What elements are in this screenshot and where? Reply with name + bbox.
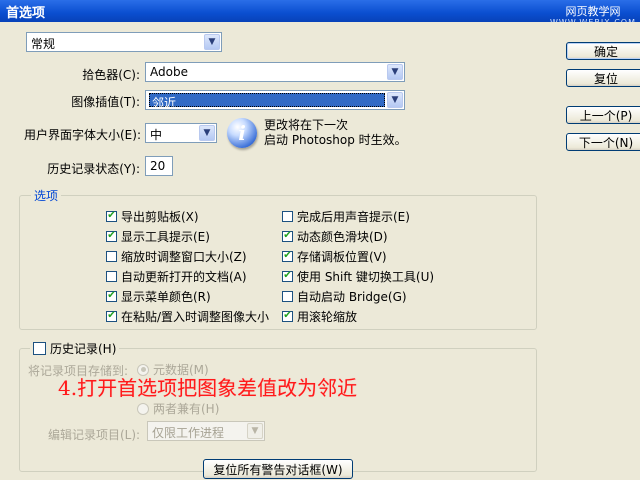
checkbox[interactable]: ✔ bbox=[282, 250, 293, 262]
chevron-down-icon[interactable]: ▼ bbox=[199, 125, 215, 141]
tutorial-annotation: 4.打开首选项把图象差值改为邻近 bbox=[58, 376, 358, 400]
color-picker-select[interactable]: Adobe ▼ bbox=[145, 62, 405, 82]
option-show-tooltips[interactable]: ✔ 显示工具提示(E) bbox=[106, 226, 281, 246]
interpolation-select[interactable]: 邻近 ▼ bbox=[145, 90, 405, 110]
option-resize-on-paste[interactable]: ✔ 在粘贴/置入时调整图像大小 bbox=[106, 306, 281, 326]
edit-log-label: 编辑记录项目(L): bbox=[48, 428, 141, 442]
title-bar[interactable]: 首选项 网页教学网 WWW.WEBJX.COM bbox=[0, 0, 640, 27]
option-auto-launch-bridge[interactable]: 自动启动 Bridge(G) bbox=[282, 286, 482, 306]
interpolation-value: 邻近 bbox=[152, 96, 177, 110]
option-label: 缩放时调整窗口大小(Z) bbox=[121, 249, 247, 264]
option-label: 在粘贴/置入时调整图像大小 bbox=[121, 309, 270, 324]
option-label: 用滚轮缩放 bbox=[297, 309, 358, 324]
history-log-toggle[interactable]: 历史记录(H) bbox=[30, 340, 120, 357]
checkbox[interactable] bbox=[33, 342, 46, 355]
option-show-menu-colors[interactable]: ✔ 显示菜单颜色(R) bbox=[106, 286, 281, 306]
edit-log-select[interactable]: 仅限工作进程 ▼ bbox=[147, 421, 265, 441]
radio-button[interactable] bbox=[137, 402, 149, 415]
options-legend: 选项 bbox=[31, 187, 62, 204]
check-icon: ✔ bbox=[283, 270, 292, 281]
dialog-body: 常规 ▼ 确定 复位 上一个(P) 下一个(N) 拾色器(C): Adobe ▼… bbox=[0, 22, 640, 480]
checkbox[interactable]: ✔ bbox=[106, 230, 117, 242]
check-icon: ✔ bbox=[283, 310, 292, 321]
options-left-column: ✔ 导出剪贴板(X) ✔ 显示工具提示(E) 缩放时调整窗口大小(Z) 自动更新… bbox=[106, 206, 281, 326]
check-icon: ✔ bbox=[107, 210, 116, 221]
check-icon: ✔ bbox=[107, 290, 116, 301]
option-label: 显示工具提示(E) bbox=[121, 229, 210, 244]
checkbox[interactable] bbox=[282, 290, 293, 302]
option-save-palette-locations[interactable]: ✔ 存储调板位置(V) bbox=[282, 246, 482, 266]
options-right-column: 完成后用声音提示(E) ✔ 动态颜色滑块(D) ✔ 存储调板位置(V) ✔ 使用… bbox=[282, 206, 482, 326]
option-shift-tool-switch[interactable]: ✔ 使用 Shift 键切换工具(U) bbox=[282, 266, 482, 286]
reset-warnings-button[interactable]: 复位所有警告对话框(W) bbox=[203, 459, 353, 479]
option-label: 自动更新打开的文档(A) bbox=[121, 269, 247, 284]
info-icon: i bbox=[227, 118, 257, 148]
edit-log-value: 仅限工作进程 bbox=[152, 426, 225, 440]
option-label: 自动启动 Bridge(G) bbox=[297, 289, 407, 304]
prev-button[interactable]: 上一个(P) bbox=[566, 106, 640, 124]
window-title: 首选项 bbox=[6, 6, 46, 21]
reset-button[interactable]: 复位 bbox=[566, 69, 640, 87]
history-log-legend: 历史记录(H) bbox=[50, 342, 117, 356]
info-line1: 更改将在下一次 bbox=[264, 118, 349, 132]
checkbox[interactable]: ✔ bbox=[106, 310, 117, 322]
check-icon: ✔ bbox=[283, 250, 292, 261]
option-beep-when-done[interactable]: 完成后用声音提示(E) bbox=[282, 206, 482, 226]
category-value: 常规 bbox=[31, 37, 56, 51]
chevron-down-icon[interactable]: ▼ bbox=[247, 423, 263, 439]
chevron-down-icon[interactable]: ▼ bbox=[387, 92, 403, 108]
option-zoom-with-scroll-wheel[interactable]: ✔ 用滚轮缩放 bbox=[282, 306, 482, 326]
history-states-input[interactable]: 20 bbox=[145, 156, 173, 176]
checkbox[interactable] bbox=[106, 250, 117, 262]
radio-both[interactable]: 两者兼有(H) bbox=[137, 400, 219, 417]
check-icon: ✔ bbox=[283, 230, 292, 241]
ok-button[interactable]: 确定 bbox=[566, 42, 640, 60]
watermark-line1: 网页教学网 bbox=[565, 5, 621, 18]
info-line2: 启动 Photoshop 时生效。 bbox=[264, 133, 407, 147]
option-label: 导出剪贴板(X) bbox=[121, 209, 199, 224]
history-states-label: 历史记录状态(Y): bbox=[47, 162, 140, 176]
next-button[interactable]: 下一个(N) bbox=[566, 133, 640, 151]
option-label: 显示菜单颜色(R) bbox=[121, 289, 211, 304]
option-label: 动态颜色滑块(D) bbox=[297, 229, 388, 244]
checkbox[interactable] bbox=[282, 210, 293, 222]
checkbox[interactable]: ✔ bbox=[106, 290, 117, 302]
category-select[interactable]: 常规 ▼ bbox=[26, 32, 222, 52]
option-dynamic-color-sliders[interactable]: ✔ 动态颜色滑块(D) bbox=[282, 226, 482, 246]
ui-font-size-label: 用户界面字体大小(E): bbox=[24, 128, 141, 142]
option-label: 存储调板位置(V) bbox=[297, 249, 387, 264]
interpolation-label: 图像插值(T): bbox=[71, 95, 140, 109]
color-picker-label: 拾色器(C): bbox=[82, 68, 140, 82]
checkbox[interactable]: ✔ bbox=[282, 310, 293, 322]
info-message: 更改将在下一次 启动 Photoshop 时生效。 bbox=[264, 118, 407, 148]
interpolation-highlight: 邻近 bbox=[149, 93, 385, 110]
ui-font-size-value: 中 bbox=[150, 128, 163, 142]
checkbox[interactable]: ✔ bbox=[106, 210, 117, 222]
option-auto-update-docs[interactable]: 自动更新打开的文档(A) bbox=[106, 266, 281, 286]
check-icon: ✔ bbox=[107, 230, 116, 241]
checkbox[interactable]: ✔ bbox=[282, 270, 293, 282]
option-export-clipboard[interactable]: ✔ 导出剪贴板(X) bbox=[106, 206, 281, 226]
checkbox[interactable]: ✔ bbox=[282, 230, 293, 242]
ui-font-size-select[interactable]: 中 ▼ bbox=[145, 123, 217, 143]
option-label: 完成后用声音提示(E) bbox=[297, 209, 410, 224]
check-icon: ✔ bbox=[107, 310, 116, 321]
radio-both-label: 两者兼有(H) bbox=[153, 402, 220, 416]
option-zoom-resize-windows[interactable]: 缩放时调整窗口大小(Z) bbox=[106, 246, 281, 266]
option-label: 使用 Shift 键切换工具(U) bbox=[297, 269, 435, 284]
chevron-down-icon[interactable]: ▼ bbox=[204, 34, 220, 50]
color-picker-value: Adobe bbox=[150, 65, 188, 79]
checkbox[interactable] bbox=[106, 270, 117, 282]
chevron-down-icon[interactable]: ▼ bbox=[387, 64, 403, 80]
